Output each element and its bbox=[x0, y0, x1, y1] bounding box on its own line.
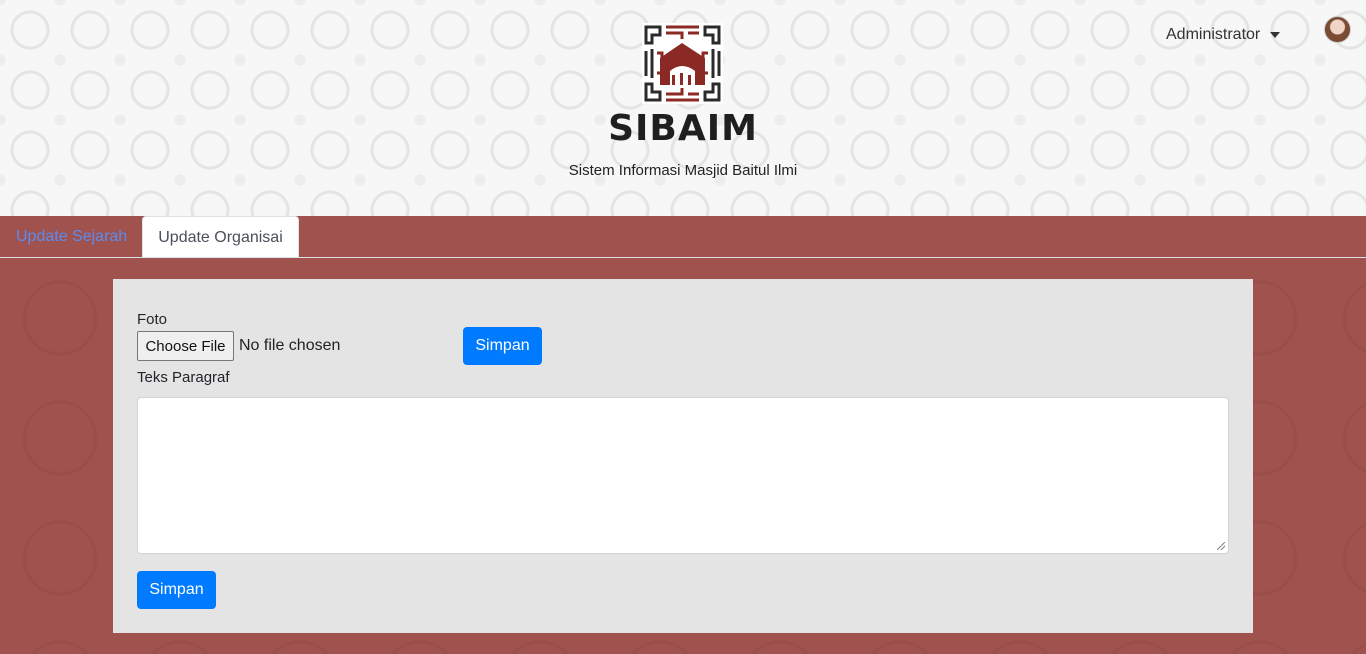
tab-update-organisasi[interactable]: Update Organisai bbox=[142, 216, 299, 258]
teks-paragraf-label: Teks Paragraf bbox=[137, 369, 230, 386]
mosque-calligraphy-logo-icon bbox=[642, 23, 723, 104]
save-foto-button[interactable]: Simpan bbox=[463, 327, 542, 365]
update-form-card: Foto Choose File No file chosen Simpan T… bbox=[113, 279, 1253, 633]
file-status-text: No file chosen bbox=[239, 337, 341, 354]
teks-paragraf-textarea[interactable] bbox=[137, 397, 1229, 554]
user-avatar-icon[interactable] bbox=[1324, 16, 1351, 43]
site-subtitle: Sistem Informasi Masjid Baitul Ilmi bbox=[568, 162, 798, 179]
user-name: Administrator bbox=[1166, 26, 1261, 43]
tab-bar: Update Sejarah Update Organisai bbox=[0, 216, 1366, 258]
resize-grip-icon[interactable] bbox=[1217, 542, 1225, 550]
site-header: SIBAIM Sistem Informasi Masjid Baitul Il… bbox=[0, 0, 1366, 216]
site-title: SIBAIM bbox=[608, 108, 758, 149]
tab-update-sejarah[interactable]: Update Sejarah bbox=[0, 216, 143, 258]
foto-label: Foto bbox=[137, 311, 168, 328]
caret-down-icon bbox=[1270, 32, 1281, 38]
user-menu-dropdown[interactable]: Administrator bbox=[1166, 26, 1281, 44]
tab-divider bbox=[0, 257, 1366, 258]
choose-file-button[interactable]: Choose File bbox=[137, 331, 234, 361]
save-teks-button[interactable]: Simpan bbox=[137, 571, 216, 609]
